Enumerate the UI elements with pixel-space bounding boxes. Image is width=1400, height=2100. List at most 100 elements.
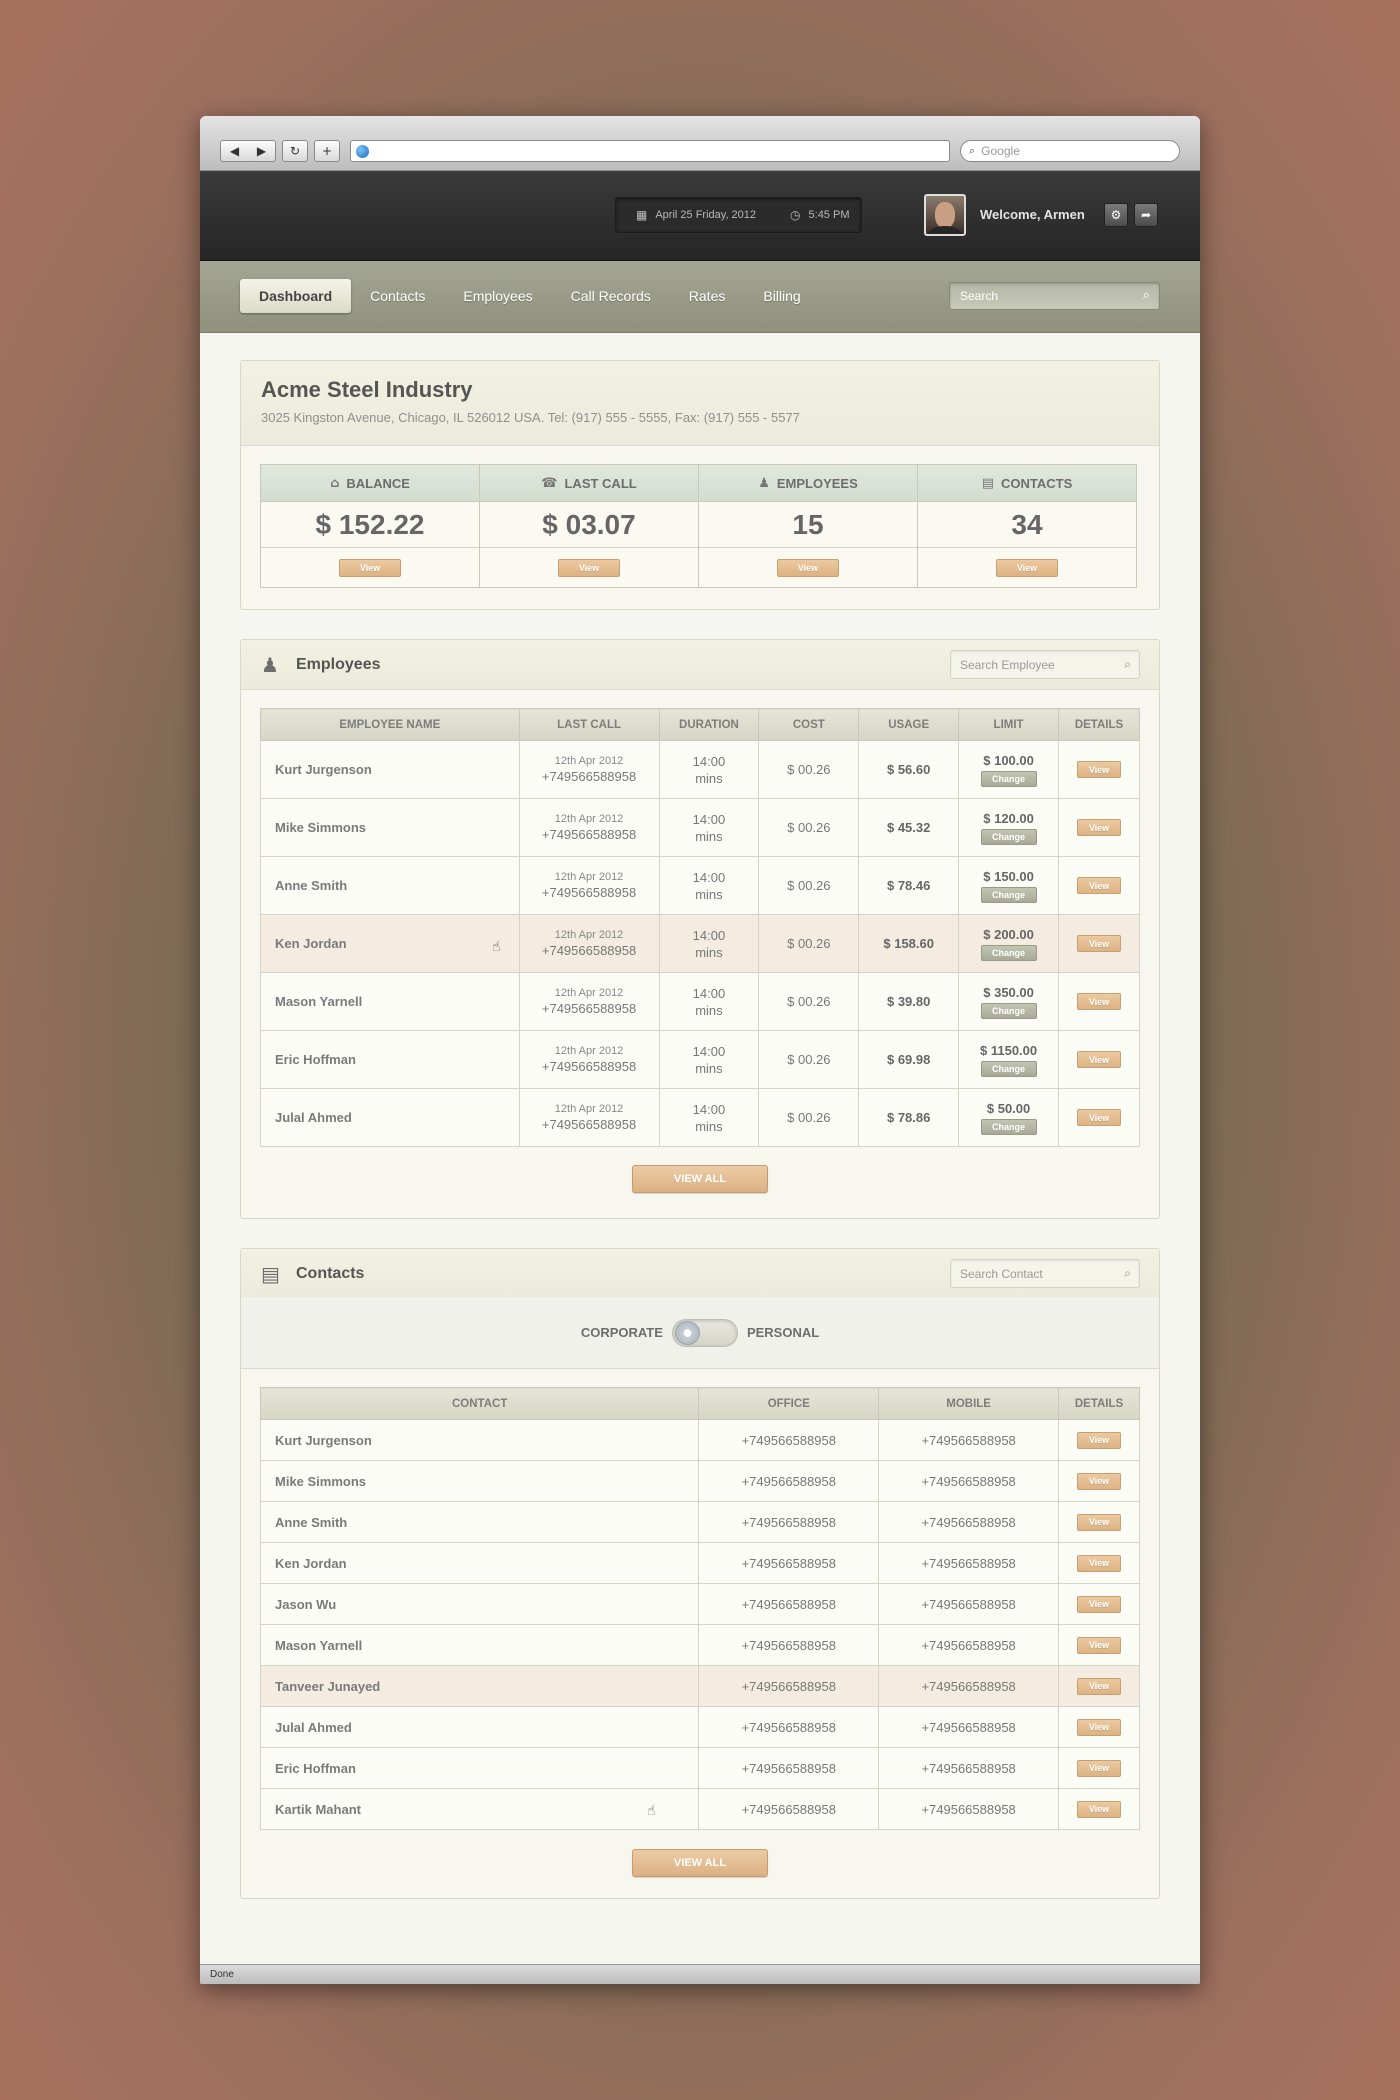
toggle-label-personal[interactable]: PERSONAL — [747, 1325, 819, 1340]
column-header[interactable]: COST — [758, 708, 860, 741]
change-limit-button[interactable]: Change — [980, 944, 1037, 961]
change-limit-button[interactable]: Change — [980, 1002, 1037, 1019]
nav-search-input[interactable]: Search ⌕ — [949, 282, 1160, 310]
contact-view-button[interactable]: View — [1077, 1513, 1122, 1531]
employees-panel: ♟ Employees Search Employee ⌕ EMPLOYEE N… — [240, 639, 1160, 1219]
contact-view-button[interactable]: View — [1077, 1595, 1122, 1613]
contact-view-button[interactable]: View — [1077, 1431, 1122, 1449]
contact-view-button[interactable]: View — [1077, 1472, 1122, 1490]
duration-value: 14:00 — [692, 753, 726, 769]
cost-cell: $ 00.26 — [758, 972, 860, 1031]
column-header[interactable]: MOBILE — [878, 1387, 1060, 1420]
settings-button[interactable]: ⚙ — [1104, 203, 1128, 227]
cost-cell: $ 00.26 — [758, 1088, 860, 1147]
duration-value: 14:00 — [692, 927, 726, 943]
column-header[interactable]: EMPLOYEE NAME — [260, 708, 520, 741]
details-cell: View — [1058, 1665, 1140, 1707]
employee-view-button[interactable]: View — [1077, 935, 1121, 952]
column-header[interactable]: OFFICE — [698, 1387, 880, 1420]
table-row[interactable]: Kurt Jurgenson +749566588958 +749566588958… — [259, 1419, 1140, 1461]
table-row[interactable]: Kartik Mahant +749566588958 +749566588958 V… — [259, 1788, 1140, 1830]
reload-button[interactable]: ↻ — [282, 140, 308, 162]
last-call-phone: +749566588958 — [541, 1117, 637, 1132]
table-row[interactable]: Julal Ahmed 12th Apr 2012 +749566588958 14:… — [260, 1088, 1140, 1147]
contact-type-switch[interactable] — [671, 1318, 738, 1347]
table-row[interactable]: Ken Jordan +749566588958 +749566588958 View — [259, 1542, 1140, 1584]
new-tab-button[interactable]: + — [314, 140, 340, 162]
toggle-label-corporate[interactable]: CORPORATE — [581, 1325, 663, 1340]
table-row[interactable]: Tanveer Junayed +749566588958 +74956658895… — [259, 1665, 1140, 1707]
nav-tabs: Dashboard Contacts Employees Call Record… — [240, 279, 820, 313]
tab-contacts[interactable]: Contacts — [351, 279, 444, 313]
change-limit-button[interactable]: Change — [980, 1060, 1037, 1077]
column-header[interactable]: CONTACT — [259, 1387, 700, 1420]
table-row[interactable]: Eric Hoffman 12th Apr 2012 +749566588958 14… — [260, 1030, 1140, 1089]
tab-billing[interactable]: Billing — [744, 279, 819, 313]
usage-cell: $ 158.60 — [858, 914, 960, 973]
table-row[interactable]: Julal Ahmed +749566588958 +749566588958 Vie… — [259, 1706, 1140, 1748]
contact-view-button[interactable]: View — [1077, 1677, 1122, 1695]
usage-cell: $ 78.86 — [858, 1088, 960, 1147]
logout-button[interactable]: ➦ — [1134, 203, 1158, 227]
duration-value: 14:00 — [692, 811, 726, 827]
details-cell: View — [1058, 1788, 1140, 1830]
table-row[interactable]: Mike Simmons 12th Apr 2012 +749566588958 14… — [260, 798, 1140, 857]
employee-view-button[interactable]: View — [1077, 993, 1121, 1010]
back-icon[interactable]: ◀ — [230, 144, 239, 158]
tab-dashboard[interactable]: Dashboard — [240, 279, 352, 313]
table-row[interactable]: Eric Hoffman +749566588958 +749566588958 Vi… — [259, 1747, 1140, 1789]
change-limit-button[interactable]: Change — [980, 828, 1037, 845]
table-row[interactable]: Kurt Jurgenson 12th Apr 2012 +749566588958… — [260, 740, 1140, 799]
table-row[interactable]: Mike Simmons +749566588958 +749566588958 Vi… — [259, 1460, 1140, 1502]
url-bar[interactable] — [350, 140, 950, 162]
cost-cell: $ 00.26 — [758, 798, 860, 857]
employee-view-button[interactable]: View — [1077, 1109, 1121, 1126]
change-limit-button[interactable]: Change — [980, 770, 1037, 787]
cost-cell: $ 00.26 — [758, 914, 860, 973]
table-row[interactable]: Anne Smith +749566588958 +749566588958 View — [259, 1501, 1140, 1543]
contacts-view-button[interactable]: View — [996, 559, 1058, 577]
employee-view-button[interactable]: View — [1077, 1051, 1121, 1068]
change-limit-button[interactable]: Change — [980, 1118, 1037, 1135]
tab-call-records[interactable]: Call Records — [552, 279, 670, 313]
search-icon[interactable]: ⌕ — [1124, 1266, 1131, 1281]
mobile-phone: +749566588958 — [878, 1747, 1060, 1789]
contact-search-input[interactable]: Search Contact ⌕ — [950, 1259, 1140, 1288]
contact-view-button[interactable]: View — [1077, 1759, 1122, 1777]
browser-search-input[interactable]: ⌕ Google — [960, 140, 1180, 162]
back-forward-buttons[interactable]: ◀ ▶ — [220, 140, 276, 162]
last-call-view-button[interactable]: View — [558, 559, 620, 577]
table-row[interactable]: Anne Smith 12th Apr 2012 +749566588958 14:0… — [260, 856, 1140, 915]
search-icon[interactable]: ⌕ — [1124, 657, 1131, 672]
last-call-date: 12th Apr 2012 — [554, 755, 624, 767]
contact-view-button[interactable]: View — [1077, 1800, 1122, 1818]
contact-view-button[interactable]: View — [1077, 1636, 1122, 1654]
forward-icon[interactable]: ▶ — [257, 144, 266, 158]
contact-view-button[interactable]: View — [1077, 1718, 1122, 1736]
employee-view-button[interactable]: View — [1077, 761, 1121, 778]
contact-name: Eric Hoffman — [259, 1747, 700, 1789]
column-header[interactable]: DURATION — [658, 708, 760, 741]
avatar[interactable] — [924, 194, 966, 236]
employee-view-button[interactable]: View — [1077, 877, 1121, 894]
switch-knob[interactable] — [674, 1320, 700, 1345]
table-row[interactable]: Mason Yarnell +749566588958 +749566588958 V… — [259, 1624, 1140, 1666]
search-icon[interactable]: ⌕ — [1143, 288, 1150, 303]
balance-view-button[interactable]: View — [339, 559, 401, 577]
table-row[interactable]: Mason Yarnell 12th Apr 2012 +749566588958 1… — [260, 972, 1140, 1031]
column-header[interactable]: LAST CALL — [518, 708, 660, 741]
employee-search-input[interactable]: Search Employee ⌕ — [950, 650, 1140, 679]
table-row[interactable]: Ken Jordan 12th Apr 2012 +749566588958 14:0… — [260, 914, 1140, 973]
employees-view-all-button[interactable]: VIEW ALL — [632, 1165, 768, 1193]
tab-employees[interactable]: Employees — [444, 279, 551, 313]
table-row[interactable]: Jason Wu +749566588958 +749566588958 View — [259, 1583, 1140, 1625]
contacts-view-all-button[interactable]: VIEW ALL — [632, 1849, 768, 1877]
contact-card-icon: ▤ — [981, 475, 995, 491]
tab-rates[interactable]: Rates — [670, 279, 745, 313]
contact-view-button[interactable]: View — [1077, 1554, 1122, 1572]
change-limit-button[interactable]: Change — [980, 886, 1037, 903]
employee-view-button[interactable]: View — [1077, 819, 1121, 836]
column-header[interactable]: LIMIT — [958, 708, 1060, 741]
employees-view-button[interactable]: View — [777, 559, 839, 577]
column-header[interactable]: USAGE — [858, 708, 960, 741]
